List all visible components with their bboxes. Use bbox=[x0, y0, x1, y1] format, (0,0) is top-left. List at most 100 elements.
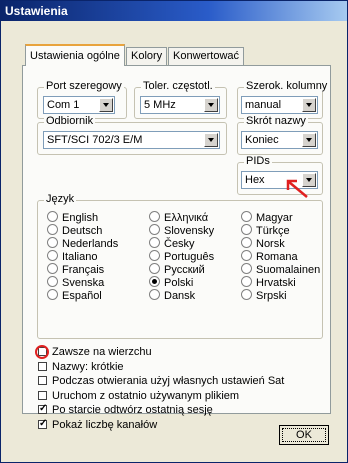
option-checkbox[interactable]: Zawsze na wierzchu bbox=[38, 346, 152, 358]
language-radio[interactable]: Norsk bbox=[241, 237, 285, 250]
radio-circle-icon[interactable] bbox=[241, 237, 252, 248]
odbiornik-select[interactable]: SFT/SCI 702/3 E/M bbox=[43, 131, 220, 149]
checkbox-label: Podczas otwierania użyj własnych ustawie… bbox=[52, 375, 285, 387]
language-radio[interactable]: Deutsch bbox=[47, 224, 102, 237]
language-radio-label: Nederlands bbox=[62, 238, 119, 250]
ok-button[interactable]: OK bbox=[279, 425, 329, 445]
toler-dropdown-icon[interactable] bbox=[204, 98, 218, 112]
checkbox-label: Uruchom z ostatnio używanym plikiem bbox=[52, 389, 240, 402]
pids-value: Hex bbox=[245, 174, 265, 186]
language-radio[interactable]: Česky bbox=[149, 237, 195, 250]
language-radio[interactable]: Italiano bbox=[47, 250, 97, 263]
radio-circle-icon[interactable] bbox=[241, 250, 252, 261]
language-radio[interactable]: Dansk bbox=[149, 289, 195, 302]
radio-circle-icon[interactable] bbox=[241, 289, 252, 300]
language-radio-label: Português bbox=[164, 251, 215, 263]
language-radio[interactable]: Magyar bbox=[241, 211, 293, 224]
language-radio-label: Dansk bbox=[164, 290, 196, 302]
focus-rect bbox=[282, 428, 326, 442]
radio-circle-icon[interactable] bbox=[47, 263, 58, 274]
radio-circle-icon[interactable] bbox=[149, 289, 160, 300]
language-radio[interactable]: Русский bbox=[149, 263, 205, 276]
odbiornik-dropdown-icon[interactable] bbox=[204, 133, 218, 147]
radio-circle-icon[interactable] bbox=[241, 224, 252, 235]
radio-circle-icon[interactable] bbox=[241, 276, 252, 287]
language-radio[interactable]: Romana bbox=[241, 250, 298, 263]
language-radio[interactable]: Suomalainen bbox=[241, 263, 320, 276]
language-radio[interactable]: Hrvatski bbox=[241, 276, 296, 289]
tab-general[interactable]: Ustawienia ogólne bbox=[25, 44, 125, 66]
radio-circle-icon[interactable] bbox=[47, 237, 58, 248]
option-checkbox[interactable]: Nazwy: krótkie bbox=[38, 361, 124, 373]
language-radio-label: Suomalainen bbox=[256, 264, 321, 276]
radio-circle-icon[interactable] bbox=[47, 224, 58, 235]
checkbox-icon[interactable] bbox=[38, 403, 47, 414]
skrot-value: Koniec bbox=[245, 134, 279, 146]
language-label: Język bbox=[44, 193, 77, 205]
radio-circle-icon[interactable] bbox=[149, 263, 160, 274]
checkbox-label: Zawsze na wierzchu bbox=[52, 346, 152, 358]
checkbox-icon[interactable] bbox=[38, 390, 47, 400]
checkbox-label: Pokaż liczbę kanałów bbox=[52, 418, 158, 431]
szerok-value: manual bbox=[245, 99, 282, 111]
language-radio-label: Slovensky bbox=[164, 225, 215, 237]
toler-select[interactable]: 5 MHz bbox=[140, 96, 220, 114]
language-radio-label: Svenska bbox=[62, 277, 105, 289]
radio-circle-icon[interactable] bbox=[149, 250, 160, 261]
port-select[interactable]: Com 1 bbox=[43, 96, 115, 114]
tab-colors[interactable]: Kolory bbox=[126, 47, 168, 65]
language-radio[interactable]: Ελληνικά bbox=[149, 211, 208, 224]
radio-circle-icon[interactable] bbox=[241, 211, 252, 222]
language-radio[interactable]: Svenska bbox=[47, 276, 104, 289]
port-value: Com 1 bbox=[47, 99, 80, 111]
settings-window: Ustawienia Ustawienia ogólne Kolory Konw… bbox=[0, 0, 348, 463]
checkbox-icon[interactable] bbox=[38, 376, 47, 385]
radio-circle-icon[interactable] bbox=[149, 276, 160, 287]
radio-circle-icon[interactable] bbox=[149, 237, 160, 248]
language-radio[interactable]: Slovensky bbox=[149, 224, 214, 237]
odbiornik-label: Odbiornik bbox=[44, 115, 96, 127]
language-radio[interactable]: Français bbox=[47, 263, 104, 276]
port-label: Port szeregowy bbox=[44, 80, 124, 92]
checkbox-icon[interactable] bbox=[38, 418, 47, 429]
radio-circle-icon[interactable] bbox=[241, 263, 252, 274]
tab-convert[interactable]: Konwertować bbox=[168, 47, 245, 65]
language-radio[interactable]: Türkçe bbox=[241, 224, 290, 237]
red-circle-annotation-icon bbox=[35, 345, 49, 359]
language-radio-label: Ελληνικά bbox=[164, 212, 209, 224]
odbiornik-value: SFT/SCI 702/3 E/M bbox=[47, 134, 143, 146]
skrot-dropdown-icon[interactable] bbox=[302, 133, 316, 147]
language-radio[interactable]: Português bbox=[149, 250, 214, 263]
option-checkbox[interactable]: Pokaż liczbę kanałów bbox=[38, 418, 158, 431]
radio-circle-icon[interactable] bbox=[47, 289, 58, 300]
language-radio-label: Türkçe bbox=[256, 225, 290, 237]
option-checkbox[interactable]: Uruchom z ostatnio używanym plikiem bbox=[38, 390, 239, 402]
language-radio-label: Deutsch bbox=[62, 225, 103, 237]
checkbox-label: Po starcie odtwórz ostatnią sesję bbox=[52, 404, 213, 416]
radio-circle-icon[interactable] bbox=[47, 211, 58, 222]
option-checkbox[interactable]: Po starcie odtwórz ostatnią sesję bbox=[38, 403, 213, 416]
toler-value: 5 MHz bbox=[144, 99, 176, 111]
port-dropdown-icon[interactable] bbox=[99, 98, 113, 112]
language-radio[interactable]: Srpski bbox=[241, 289, 287, 302]
tab-general-label: Ustawienia ogólne bbox=[30, 50, 120, 62]
title-bar[interactable]: Ustawienia bbox=[1, 1, 347, 21]
skrot-select[interactable]: Koniec bbox=[241, 131, 318, 149]
language-radio-label: Español bbox=[62, 290, 102, 302]
language-radio[interactable]: English bbox=[47, 211, 98, 224]
language-radio[interactable]: Polski bbox=[149, 276, 193, 289]
option-checkbox[interactable]: Podczas otwierania użyj własnych ustawie… bbox=[38, 375, 284, 387]
radio-circle-icon[interactable] bbox=[149, 211, 160, 222]
radio-circle-icon[interactable] bbox=[149, 224, 160, 235]
toler-label: Toler. częstotl. bbox=[141, 80, 215, 92]
checkbox-icon[interactable] bbox=[38, 361, 47, 371]
language-radio-label: Polski bbox=[164, 277, 194, 289]
radio-circle-icon[interactable] bbox=[47, 250, 58, 261]
language-radio[interactable]: Español bbox=[47, 289, 102, 302]
radio-circle-icon[interactable] bbox=[47, 276, 58, 287]
szerok-select[interactable]: manual bbox=[241, 96, 318, 114]
szerok-dropdown-icon[interactable] bbox=[302, 98, 316, 112]
language-radio-label: Srpski bbox=[256, 290, 287, 302]
window-title: Ustawienia bbox=[5, 4, 68, 18]
language-radio[interactable]: Nederlands bbox=[47, 237, 118, 250]
